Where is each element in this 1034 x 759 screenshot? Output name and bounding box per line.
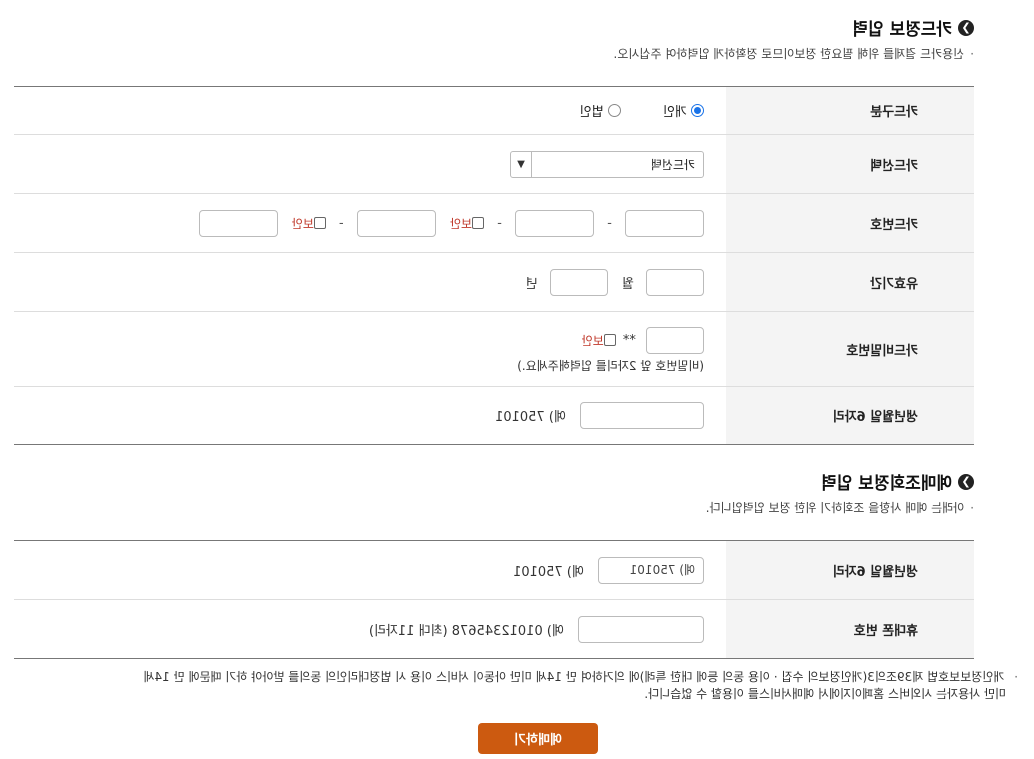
card-number-input-1[interactable] — [625, 209, 704, 237]
card-type-radio-personal[interactable] — [691, 104, 704, 117]
row-expiry: 유효기간 월 년 — [14, 252, 974, 312]
res-birthdate-label: 생년월일 6자리 — [726, 540, 974, 600]
secure-checkbox-2[interactable] — [472, 217, 485, 229]
expiry-month-suffix: 월 — [621, 276, 634, 292]
row-card-type: 카드구분 개인 법인 — [14, 86, 974, 135]
card-type-personal-label: 개인 — [662, 105, 687, 120]
card-type-corporate-label: 법인 — [579, 105, 604, 120]
consent-line-2: 미만 사용자는 시외버스 홈페이지에서 예매서비스를 이용할 수 없습니다. — [644, 687, 1006, 701]
consent-notice: 개인정보보호법 제39조의3(개인정보의 수집 · 이용 동의 등에 대한 특례… — [18, 669, 1018, 703]
card-type-label: 카드구분 — [726, 86, 974, 135]
reserve-button[interactable]: 예매하기 — [478, 723, 598, 754]
card-password-cell: ** 보안 (비밀번호 앞 2자리를 입력해주세요.) — [14, 311, 726, 387]
reservation-section-title-text: 예매조회정보 입력 — [820, 474, 952, 494]
card-number-input-2[interactable] — [515, 209, 595, 237]
row-birthdate: 생년월일 6자리 예) 750101 — [14, 386, 974, 445]
phone-input[interactable] — [578, 615, 704, 643]
expiry-year-input[interactable] — [549, 268, 608, 296]
card-info-table: 카드구분 개인 법인 카드선택 카드선택 ▼ 카드번호 - - 보안 - 보안 … — [14, 86, 974, 445]
expiry-label: 유효기간 — [726, 252, 974, 312]
card-number-label: 카드번호 — [726, 193, 974, 253]
card-section-title-text: 카드정보 입력 — [852, 20, 952, 40]
chevron-icon: ❯ — [958, 19, 974, 36]
card-select-label: 카드선택 — [726, 134, 974, 194]
card-type-radio-corporate[interactable] — [607, 104, 621, 117]
birthdate-example: 예) 750101 — [495, 410, 566, 425]
card-number-cell: - - 보안 - 보안 — [14, 193, 726, 253]
secure-checkbox-3[interactable] — [313, 217, 326, 229]
reservation-section-note: 아래는 예매 사항을 조회하기 위한 정보 입력입니다. — [706, 499, 974, 516]
res-birthdate-example: 예) 750101 — [513, 564, 584, 580]
phone-cell: 예) 01012345678 (최대 11자리) — [14, 600, 726, 659]
phone-label: 휴대폰 번호 — [726, 599, 974, 659]
birthdate-cell: 예) 750101 — [14, 387, 726, 445]
card-number-input-4[interactable] — [198, 209, 278, 237]
expiry-cell: 월 년 — [14, 252, 726, 312]
card-number-dash: - — [607, 215, 612, 231]
consent-line-1: 개인정보보호법 제39조의3(개인정보의 수집 · 이용 동의 등에 대한 특례… — [143, 670, 1005, 684]
card-number-input-3[interactable] — [356, 209, 436, 237]
card-section-title: ❯ 카드정보 입력 — [852, 15, 974, 40]
row-card-number: 카드번호 - - 보안 - 보안 — [14, 193, 974, 253]
phone-example: 예) 01012345678 (최대 11자리) — [368, 623, 564, 639]
res-birthdate-input[interactable]: 예) 750101 — [598, 556, 704, 584]
row-phone: 휴대폰 번호 예) 01012345678 (최대 11자리) — [14, 599, 974, 659]
secure-label: 보안 — [581, 333, 604, 348]
res-birthdate-cell: 예) 750101 예) 750101 — [14, 540, 726, 600]
card-type-cell: 개인 법인 — [14, 86, 726, 135]
chevron-icon: ❯ — [958, 473, 974, 490]
expiry-year-suffix: 년 — [525, 276, 538, 292]
card-select-cell: 카드선택 ▼ — [14, 134, 726, 194]
card-password-label: 카드비밀번호 — [726, 311, 974, 387]
row-res-birthdate: 생년월일 6자리 예) 750101 예) 750101 — [14, 540, 974, 600]
reservation-section-title: ❯ 예매조회정보 입력 — [821, 469, 974, 494]
birthdate-input[interactable] — [580, 402, 704, 429]
secure-label: 보안 — [449, 216, 473, 231]
secure-checkbox-password[interactable] — [603, 334, 616, 346]
card-password-mask: ** — [622, 332, 636, 348]
row-card-password: 카드비밀번호 ** 보안 (비밀번호 앞 2자리를 입력해주세요.) — [14, 311, 974, 387]
card-number-dash: - — [497, 215, 502, 231]
page: ❯ 카드정보 입력 신용카드 결제를 위해 필요한 정보이므로 정확하게 입력하… — [0, 0, 1034, 759]
card-select-dropdown[interactable]: 카드선택 ▼ — [510, 150, 704, 178]
reservation-info-table: 생년월일 6자리 예) 750101 예) 750101 휴대폰 번호 예) 0… — [14, 540, 974, 659]
row-card-select: 카드선택 카드선택 ▼ — [14, 134, 974, 194]
card-number-dash: - — [338, 215, 344, 231]
birthdate-label: 생년월일 6자리 — [726, 386, 974, 445]
card-password-hint: (비밀번호 앞 2자리를 입력해주세요.) — [517, 358, 704, 373]
card-select-value: 카드선택 — [650, 157, 695, 172]
card-section-note: 신용카드 결제를 위해 필요한 정보이므로 정확하게 입력하여 주십시오. — [613, 45, 974, 62]
expiry-month-input[interactable] — [646, 268, 704, 296]
chevron-down-icon: ▼ — [511, 151, 532, 177]
secure-label: 보안 — [291, 216, 314, 231]
card-password-input[interactable] — [646, 326, 704, 354]
